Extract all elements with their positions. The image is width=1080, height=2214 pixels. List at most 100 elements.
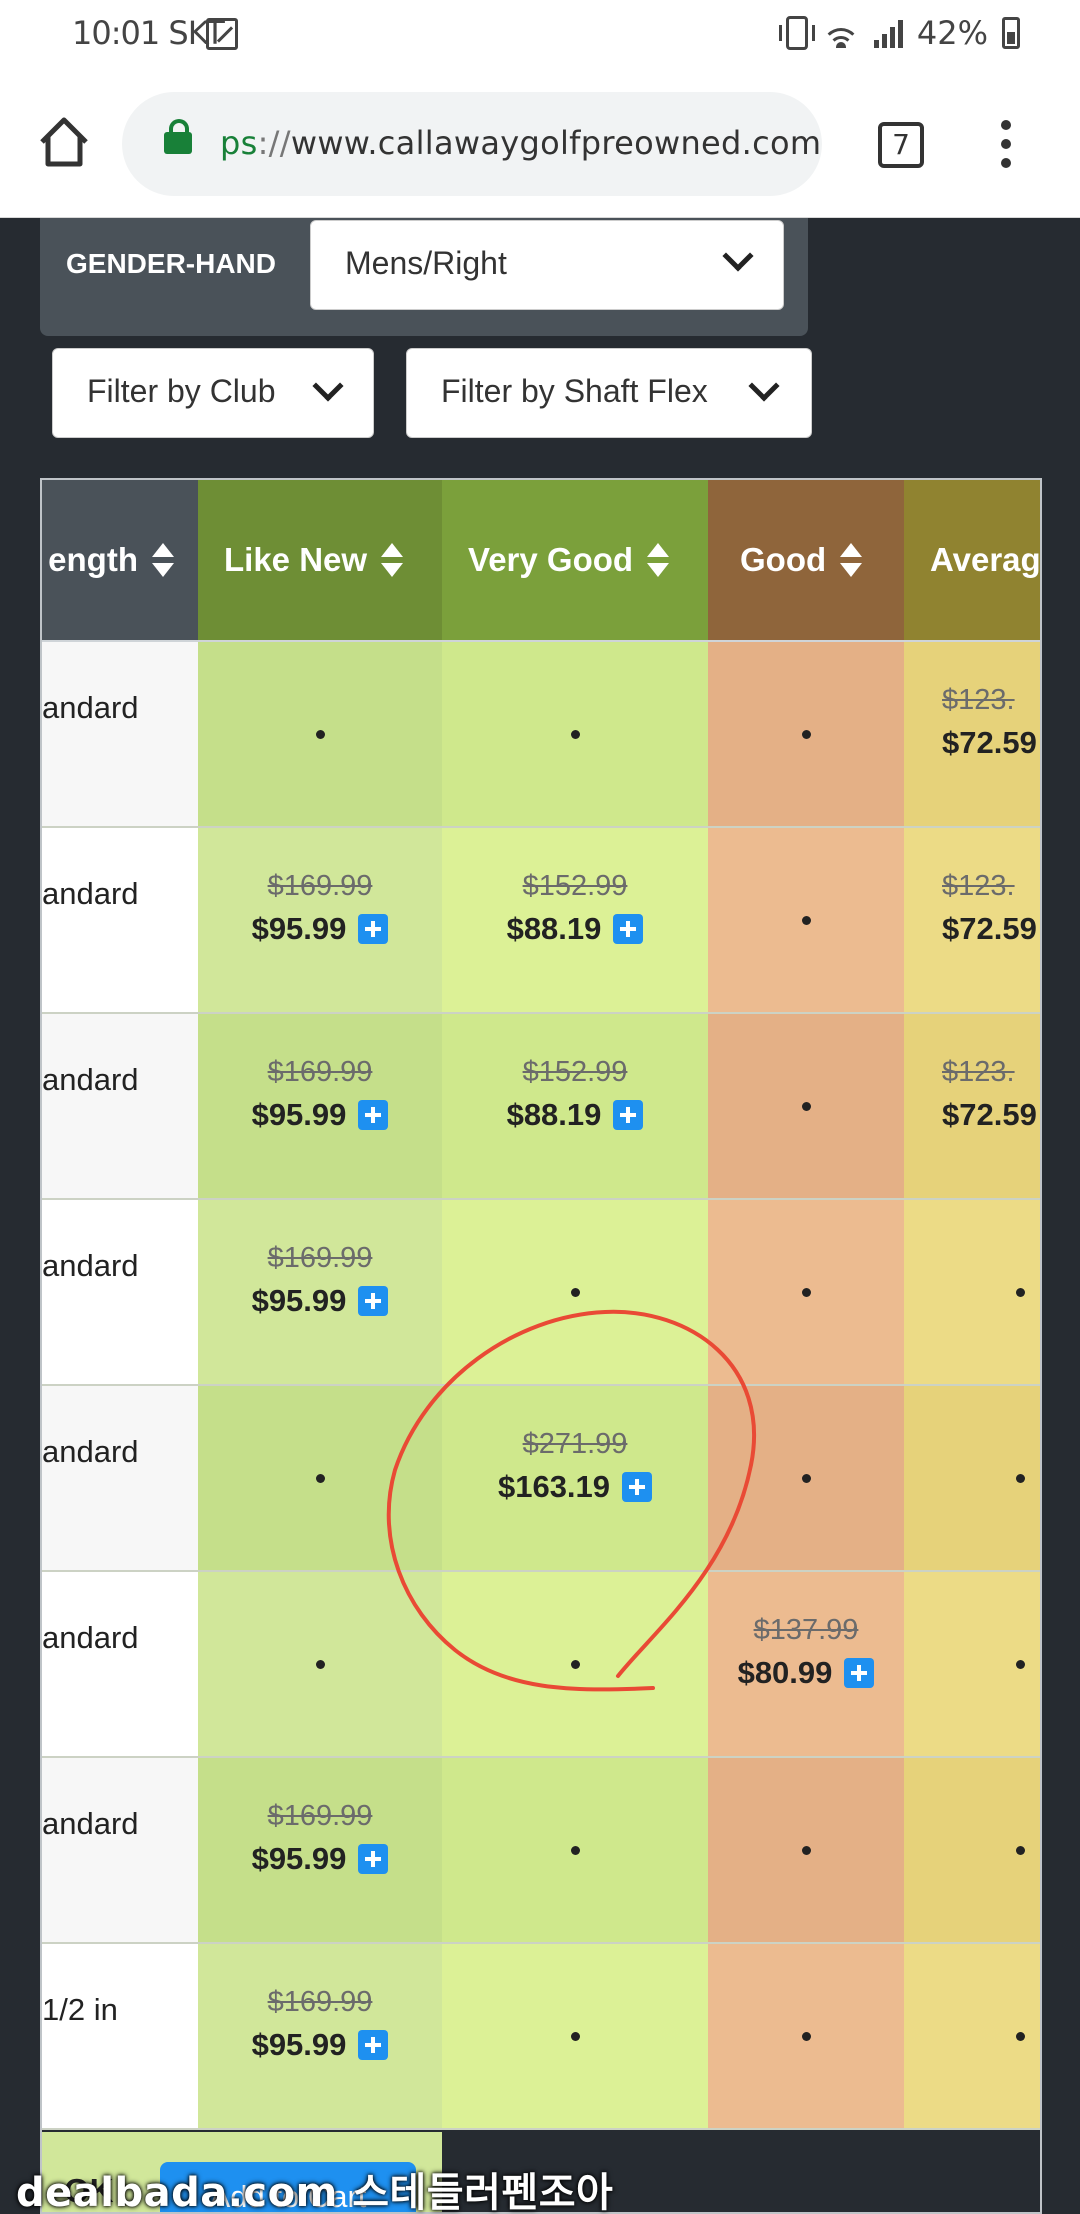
empty-dot [802,730,811,739]
empty-dot [1016,1288,1025,1297]
browser-toolbar: ps://www.callawaygolfpreowned.com 7 [0,72,1080,218]
price-block: $169.99 $95.99 [198,1056,442,1133]
length-cell: andard [42,1758,198,1942]
original-price: $169.99 [267,1800,373,1832]
length-cell: andard [42,1386,198,1570]
column-label: ength [48,541,138,578]
length-value: andard [42,1806,139,1841]
address-bar[interactable]: ps://www.callawaygolfpreowned.com [122,92,822,196]
gender-hand-value: Mens/Right [345,245,507,281]
status-icons: 42% [778,14,1020,52]
battery-percent: 42% [916,14,988,52]
empty-dot [316,1474,325,1483]
signal-icon [873,18,903,48]
price-cell[interactable]: $152.99 $88.19 [442,1014,708,1198]
length-cell: andard [42,1572,198,1756]
column-label: Good [740,541,827,578]
sale-price: $95.99 [252,1841,389,1877]
row-divider [42,2128,1040,2130]
chevron-down-icon [748,370,780,402]
sort-icon [381,543,404,577]
price-cell[interactable] [708,642,904,826]
status-time: 10:01 SKT [72,14,225,52]
sale-price-value: $72.59 [942,911,1037,946]
sale-price: $88.19 [507,1097,644,1133]
price-cell[interactable]: $169.99 $95.99 [198,828,442,1012]
sort-icon [152,543,174,577]
header-length[interactable]: ength [42,480,198,640]
original-price: $169.99 [267,1986,373,2018]
add-plus-icon[interactable] [358,1100,389,1130]
url-text: ps://www.callawaygolfpreowned.com [220,124,821,162]
filter-by-club-button[interactable]: Filter by Club [52,348,374,438]
price-cell[interactable] [904,1758,1040,1942]
more-menu-icon[interactable] [996,120,1016,170]
header-like-new[interactable]: Like New [198,480,442,640]
add-plus-icon[interactable] [613,914,644,944]
tab-switcher-button[interactable]: 7 [878,122,924,168]
price-cell[interactable]: $169.99 $95.99 [198,1944,442,2128]
price-cell[interactable]: $169.99 $95.99 [198,1758,442,1942]
price-cell[interactable]: $152.99 $88.19 [442,828,708,1012]
sale-price: $95.99 [252,911,389,947]
edit-notification-icon [206,18,238,50]
url-scheme: ps [220,124,258,162]
empty-dot [316,730,325,739]
chevron-down-icon [722,240,754,272]
empty-dot [316,1660,325,1669]
price-block: $169.99 $95.99 [198,1986,442,2063]
sale-price-value: $95.99 [251,2027,347,2062]
add-plus-icon[interactable] [358,2030,389,2060]
empty-dot [802,2032,811,2041]
home-icon[interactable] [36,114,92,170]
empty-dot [571,1846,580,1855]
sale-price-value: $95.99 [251,1841,347,1876]
url-separator: :// [257,124,291,162]
empty-dot [802,1846,811,1855]
sale-price-value: $95.99 [251,911,347,946]
price-cell[interactable] [708,1758,904,1942]
price-cell[interactable] [442,1758,708,1942]
header-good[interactable]: Good [708,480,904,640]
sale-price-value: $88.19 [506,1097,602,1132]
column-label: Averag [930,541,1041,578]
add-plus-icon[interactable] [358,1844,389,1874]
empty-dot [802,916,811,925]
sale-price: $72.59 [942,1097,1037,1133]
filter-by-shaft-flex-button[interactable]: Filter by Shaft Flex [406,348,812,438]
sale-price: $95.99 [252,1097,389,1133]
add-plus-icon[interactable] [844,1658,875,1688]
header-very-good[interactable]: Very Good [442,480,708,640]
annotation-circle [386,1309,757,1692]
filter-by-club-label: Filter by Club [87,373,276,409]
lock-icon [164,119,192,154]
original-price: $123. [942,684,1015,716]
column-label: Like New [224,541,368,578]
price-cell[interactable] [904,1386,1040,1570]
price-cell[interactable] [708,1944,904,2128]
price-cell[interactable] [442,642,708,826]
sale-price-value: $72.59 [942,725,1037,760]
header-average[interactable]: Averag [904,480,1041,640]
price-cell[interactable]: $123. $72.59 [904,828,1040,1012]
price-block: $123. $72.59 [942,1056,1037,1133]
price-cell[interactable] [708,1014,904,1198]
wifi-icon [821,18,860,48]
price-cell[interactable] [904,1944,1040,2128]
price-block: $123. $72.59 [942,684,1037,761]
add-plus-icon[interactable] [613,1100,644,1130]
price-cell[interactable]: $123. $72.59 [904,642,1040,826]
price-cell[interactable] [904,1572,1040,1756]
price-cell[interactable]: $123. $72.59 [904,1014,1040,1198]
price-cell[interactable] [904,1200,1040,1384]
gender-hand-select[interactable]: Mens/Right [310,220,784,310]
original-price: $152.99 [522,1056,628,1088]
price-cell[interactable] [442,1944,708,2128]
add-plus-icon[interactable] [358,1286,389,1316]
sale-price: $95.99 [252,1283,389,1319]
price-cell[interactable] [198,642,442,826]
add-plus-icon[interactable] [358,914,389,944]
price-cell[interactable] [708,828,904,1012]
price-cell[interactable]: $169.99 $95.99 [198,1014,442,1198]
sale-price: $72.59 [942,911,1037,947]
